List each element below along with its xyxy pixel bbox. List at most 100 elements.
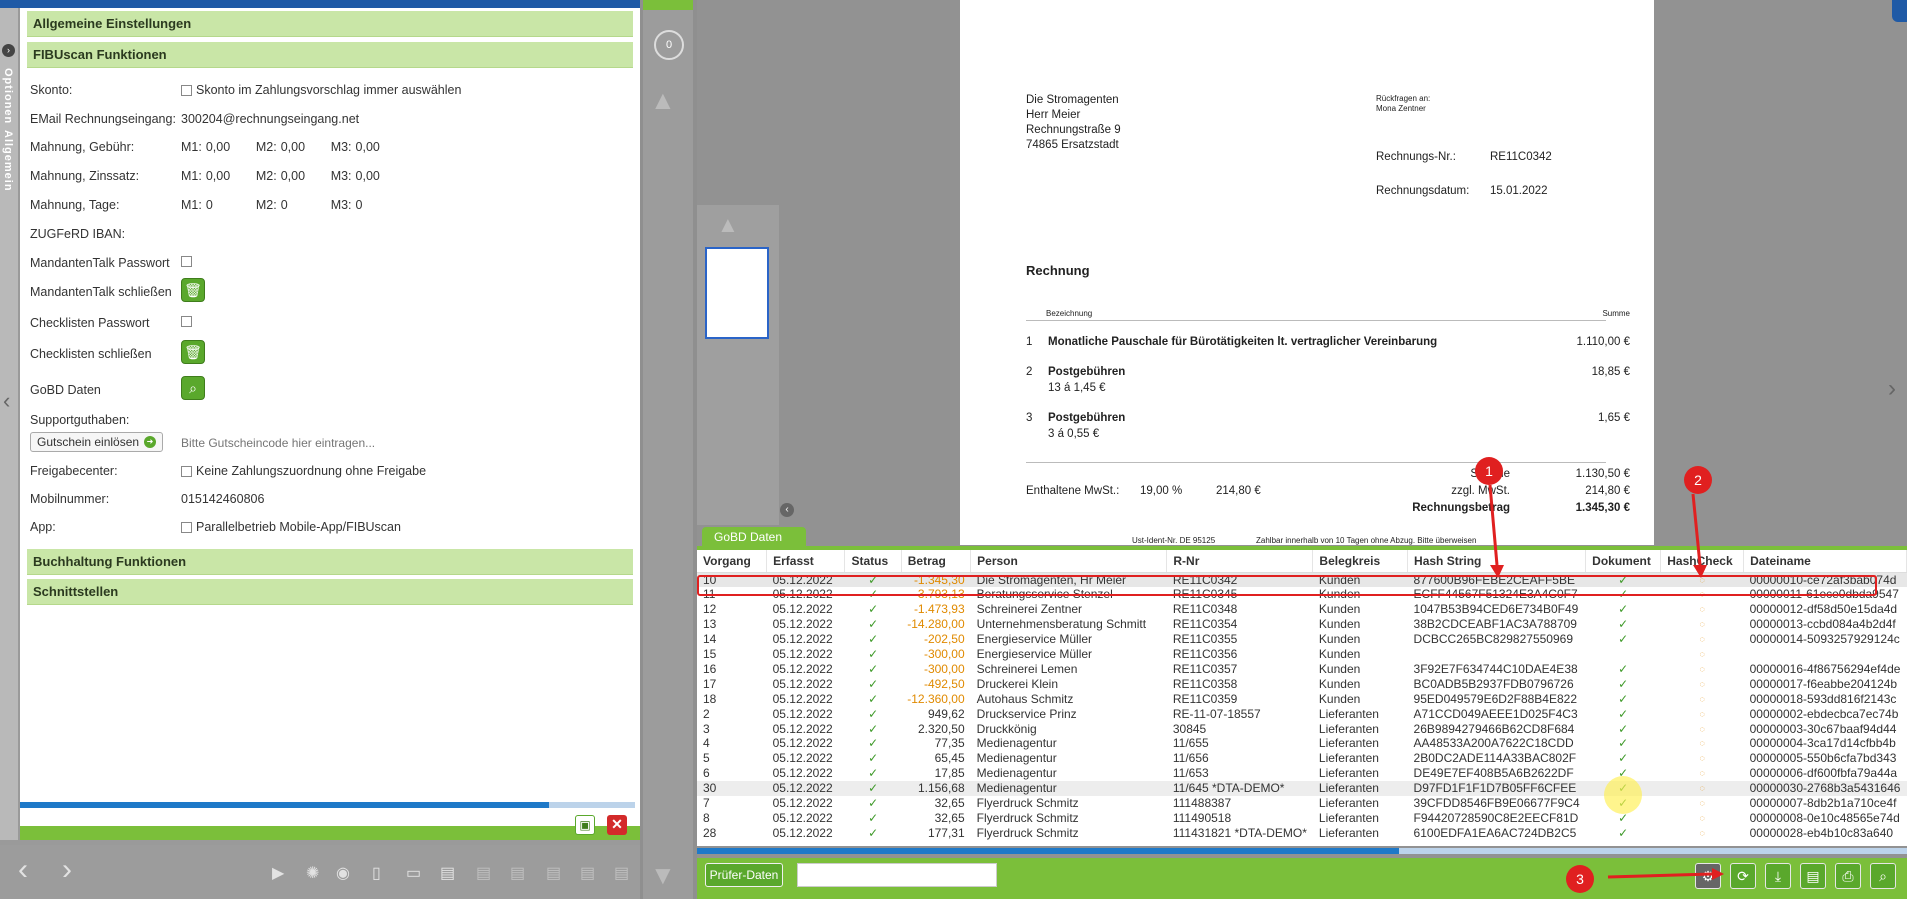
chevron-right-icon[interactable]: ›	[1888, 375, 1896, 403]
table-row[interactable]: 4 05.12.2022 ✓ 77,35 Medienagentur 11/655 Lief…	[697, 736, 1907, 751]
release-option[interactable]: Keine Zahlungszuordnung ohne Freigabe	[181, 464, 426, 478]
fee-m1[interactable]: 0,00	[206, 140, 252, 154]
cl-close-button[interactable]: 🗑	[181, 340, 205, 364]
col-header[interactable]: Vorgang	[697, 550, 768, 573]
video-icon[interactable]: ▶	[272, 863, 284, 883]
table-row[interactable]: 12 05.12.2022 ✓ -1.473,93 Schreinerei Zentne…	[697, 602, 1907, 617]
interest-m3[interactable]: 0,00	[356, 169, 380, 183]
table-row[interactable]: 2 05.12.2022 ✓ 949,62 Druckservice Prinz RE-1…	[697, 707, 1907, 722]
release-checkbox[interactable]	[181, 465, 192, 477]
table-cell: 00000008-0e10c48565e74d	[1749, 811, 1900, 825]
interest-m2[interactable]: 0,00	[281, 169, 327, 183]
voucher-redeem-button[interactable]: Gutschein einlösen ➜	[30, 432, 163, 452]
bulb-icon[interactable]: ✺	[306, 863, 319, 883]
cl-password-option[interactable]	[181, 316, 192, 327]
col-header[interactable]: HashCheck	[1660, 550, 1745, 573]
interest-m1[interactable]: 0,00	[206, 169, 252, 183]
close-icon[interactable]: ✕	[607, 815, 627, 835]
col-header[interactable]: Person	[970, 550, 1168, 573]
document-icon[interactable]: ▤	[510, 863, 525, 883]
table-row[interactable]: 3 05.12.2022 ✓ 2.320,50 Druckkönig 30845 Liefe…	[697, 722, 1907, 737]
section-general[interactable]: Allgemeine Einstellungen	[27, 11, 633, 37]
scrollbar-thumb[interactable]	[697, 848, 1399, 854]
chevron-left-icon[interactable]: ‹	[3, 388, 10, 414]
table-cell: 2	[703, 706, 710, 721]
table-row[interactable]: 18 05.12.2022 ✓ -12.360,00 Autohaus Schmitz R…	[697, 692, 1907, 707]
export-icon[interactable]: ▤	[1800, 863, 1826, 889]
fee-m2[interactable]: 0,00	[281, 140, 327, 154]
prev-page-icon[interactable]: ‹	[18, 853, 28, 887]
table-row[interactable]: 17 05.12.2022 ✓ -492,50 Druckerei Klein RE11C…	[697, 677, 1907, 692]
scroll-down-icon[interactable]: ▼	[650, 860, 676, 891]
table-row[interactable]: 15 05.12.2022 ✓ -300,00 Energieservice Mülle…	[697, 647, 1907, 662]
pruefer-input[interactable]	[797, 863, 997, 887]
voucher-code-input[interactable]	[181, 434, 481, 452]
refresh-icon[interactable]: ⟳	[1730, 863, 1756, 889]
document-icon[interactable]: ▤	[614, 863, 629, 883]
skonto-checkbox[interactable]	[181, 84, 192, 96]
days-m2[interactable]: 0	[281, 198, 327, 212]
table-row[interactable]: 8 05.12.2022 ✓ 32,65 Flyerdruck Schmitz 11149…	[697, 811, 1907, 826]
fee-m3[interactable]: 0,00	[356, 140, 380, 154]
skonto-option[interactable]: Skonto im Zahlungsvorschlag immer auswäh…	[181, 83, 461, 97]
eye-icon[interactable]: ◉	[336, 863, 350, 883]
table-row[interactable]: 28 05.12.2022 ✓ 177,31 Flyerdruck Schmitz 111…	[697, 826, 1907, 841]
settings-icon[interactable]: ⚙	[1695, 863, 1721, 889]
page-thumbnail[interactable]	[705, 247, 769, 339]
mobile-value[interactable]: 015142460806	[181, 492, 264, 506]
sidebar-toggle-icon[interactable]: ›	[2, 44, 15, 57]
document-icon[interactable]: ▤	[440, 863, 455, 883]
screen-icon[interactable]: ▭	[406, 863, 421, 883]
col-header[interactable]: Belegkreis	[1312, 550, 1409, 573]
mt-password-option[interactable]	[181, 256, 192, 267]
table-cell: 00000002-ebdecbca7ec74b	[1749, 706, 1899, 721]
gobd-search-button[interactable]: ⌕	[181, 376, 205, 400]
mobile-icon[interactable]: ▯	[372, 863, 381, 883]
scroll-progress[interactable]	[20, 802, 635, 808]
mt-close-button[interactable]: 🗑	[181, 278, 205, 302]
col-header[interactable]: Dateiname	[1743, 550, 1907, 573]
horizontal-scrollbar[interactable]	[697, 848, 1907, 854]
section-fibu[interactable]: FIBUscan Funktionen	[27, 42, 633, 68]
search-icon[interactable]: ⌕	[1870, 863, 1896, 889]
col-header[interactable]: Hash String	[1407, 550, 1587, 573]
app-option[interactable]: Parallelbetrieb Mobile-App/FIBUscan	[181, 520, 401, 534]
days-m1[interactable]: 0	[206, 198, 252, 212]
section-bookkeeping[interactable]: Buchhaltung Funktionen	[27, 549, 633, 575]
col-header[interactable]: Status	[844, 550, 902, 573]
download-icon[interactable]: ⤓	[1765, 863, 1791, 889]
scroll-up-icon[interactable]: ▲	[650, 85, 676, 116]
table-row[interactable]: 14 05.12.2022 ✓ -202,50 Energieservice Mülle…	[697, 632, 1907, 647]
tab-gobd[interactable]: GoBD Daten✕	[702, 527, 806, 559]
col-header[interactable]: Erfasst	[766, 550, 846, 573]
days-m3[interactable]: 0	[356, 198, 363, 212]
sidebar-label-general[interactable]: Allgemein	[2, 130, 14, 192]
cl-password-checkbox[interactable]	[181, 316, 192, 327]
basket-icon[interactable]: 🗑	[181, 278, 205, 302]
document-icon[interactable]: ▤	[476, 863, 491, 883]
sidebar-label-options[interactable]: Optionen	[2, 68, 14, 124]
table-row[interactable]: 30 05.12.2022 ✓ 1.156,68 Medienagentur 11/645…	[697, 781, 1907, 797]
magnifier-icon[interactable]: ⌕	[181, 376, 205, 400]
print-icon[interactable]: ⎙	[1835, 863, 1861, 889]
basket-icon[interactable]: 🗑	[181, 340, 205, 364]
mt-password-checkbox[interactable]	[181, 256, 192, 267]
table-row[interactable]: 13 05.12.2022 ✓ -14.280,00 Unternehmensberat…	[697, 617, 1907, 632]
document-icon[interactable]: ▤	[580, 863, 595, 883]
table-row[interactable]: 5 05.12.2022 ✓ 65,45 Medienagentur 11/656 Lief…	[697, 751, 1907, 766]
col-header[interactable]: R-Nr	[1166, 550, 1314, 573]
collapse-thumbs-icon[interactable]: ‹	[780, 503, 794, 517]
section-interfaces[interactable]: Schnittstellen	[27, 579, 633, 605]
table-row[interactable]: 7 05.12.2022 ✓ 32,65 Flyerdruck Schmitz 11148…	[697, 796, 1907, 811]
col-header[interactable]: Betrag	[901, 550, 972, 573]
thumb-up-icon[interactable]: ▲	[717, 212, 739, 238]
save-icon[interactable]: ▣	[575, 815, 595, 835]
options-sidebar[interactable]: › Optionen Allgemein ‹	[0, 8, 18, 840]
app-checkbox[interactable]	[181, 521, 192, 533]
col-header[interactable]: Dokument	[1585, 550, 1662, 573]
table-row[interactable]: 6 05.12.2022 ✓ 17,85 Medienagentur 11/653 Lief…	[697, 766, 1907, 781]
document-icon[interactable]: ▤	[546, 863, 561, 883]
next-page-icon[interactable]: ›	[62, 853, 72, 887]
pruefer-data-button[interactable]: Prüfer-Daten	[705, 863, 783, 887]
table-row[interactable]: 16 05.12.2022 ✓ -300,00 Schreinerei Lemen RE1…	[697, 662, 1907, 677]
